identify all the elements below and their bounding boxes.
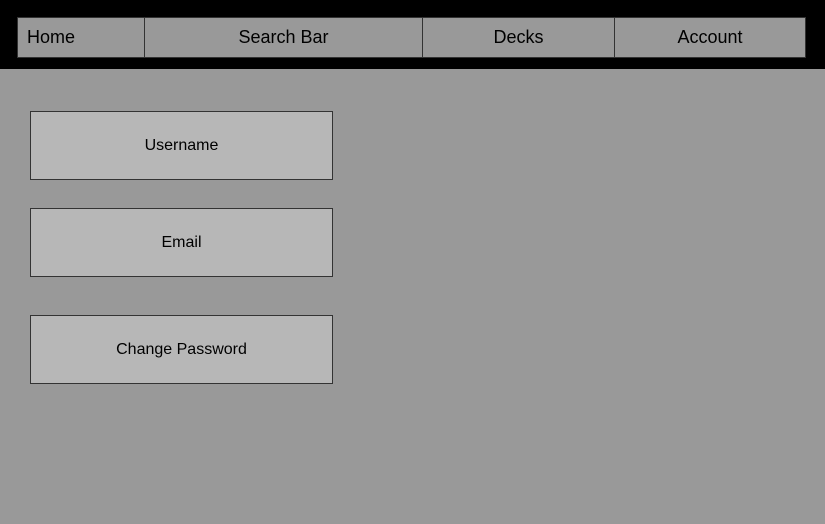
email-field[interactable]: Email <box>30 208 333 277</box>
username-field[interactable]: Username <box>30 111 333 180</box>
email-label: Email <box>161 233 202 251</box>
nav-account-button[interactable]: Account <box>614 17 806 58</box>
search-bar[interactable]: Search Bar <box>144 17 423 58</box>
search-bar-label: Search Bar <box>238 27 329 47</box>
nav-home-button[interactable]: Home <box>17 17 145 58</box>
username-label: Username <box>144 136 219 154</box>
nav-account-label: Account <box>677 27 743 47</box>
change-password-button[interactable]: Change Password <box>30 315 333 384</box>
nav-home-label: Home <box>27 27 76 47</box>
top-navbar: Home Search Bar Decks Account <box>0 0 825 69</box>
nav-decks-button[interactable]: Decks <box>422 17 615 58</box>
change-password-label: Change Password <box>116 340 247 358</box>
nav-decks-label: Decks <box>493 27 544 47</box>
